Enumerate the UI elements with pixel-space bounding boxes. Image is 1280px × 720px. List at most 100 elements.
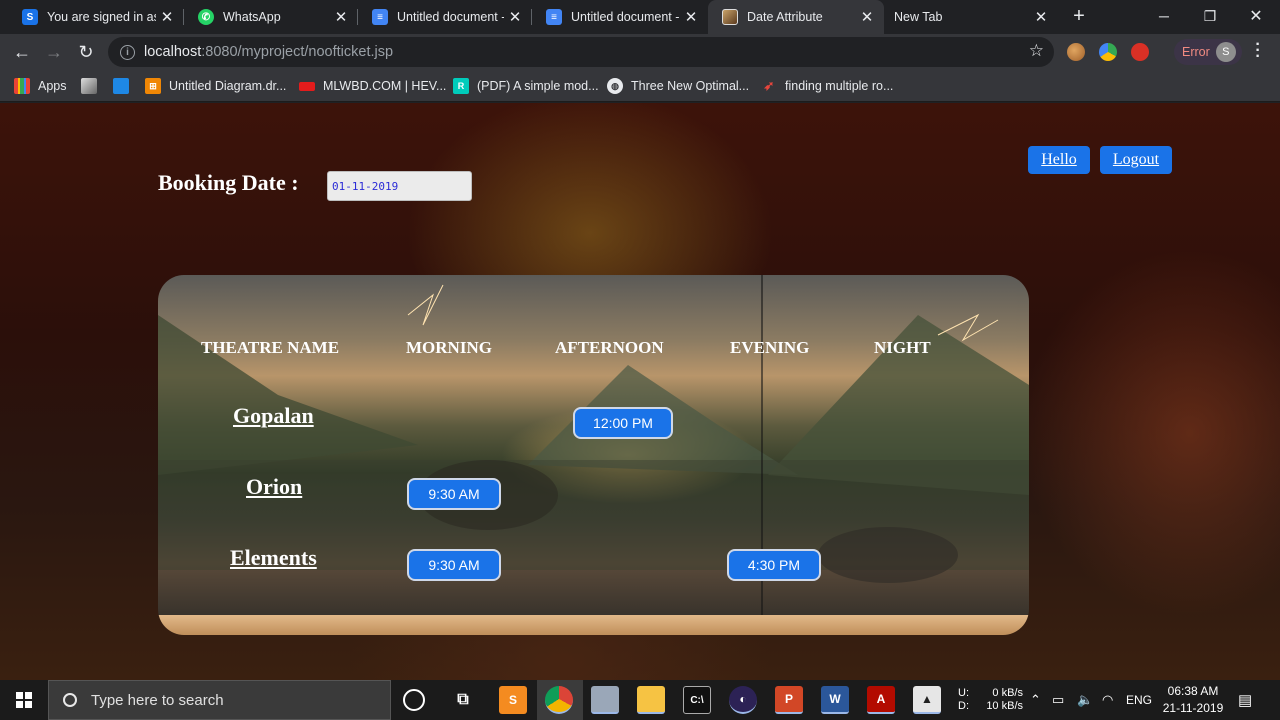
tab-untitled-document-2[interactable]: ≡ Untitled document - ✕ <box>532 0 708 34</box>
bookmark-star-icon[interactable]: ☆ <box>1029 41 1044 61</box>
close-tab-icon[interactable]: ✕ <box>330 8 352 26</box>
avatar: S <box>1215 42 1236 62</box>
tab-title: Date Attribute <box>747 10 823 24</box>
start-button[interactable] <box>0 680 48 720</box>
tab-untitled-document-1[interactable]: ≡ Untitled document - ✕ <box>358 0 532 34</box>
booking-date-input[interactable]: 01-11-2019 <box>327 171 472 201</box>
bookmark-apps[interactable]: Apps <box>14 77 67 95</box>
page-content: Booking Date : 01-11-2019 Hello Logout T… <box>0 103 1280 680</box>
taskbar-search-box[interactable]: Type here to search <box>48 680 391 720</box>
tab-signed-in[interactable]: S You are signed in as ✕ <box>8 0 184 34</box>
clock-date: 21-11-2019 <box>1162 701 1224 715</box>
showtimes-panel: THEATRE NAME MORNING AFTERNOON EVENING N… <box>158 275 1029 635</box>
theatre-link-gopalan[interactable]: Gopalan <box>233 403 314 429</box>
show-hidden-icons[interactable]: ⌃ <box>1030 680 1041 720</box>
sublime-text-icon[interactable]: S <box>499 686 527 714</box>
adblock-extension-icon[interactable] <box>1131 43 1149 61</box>
close-tab-icon[interactable]: ✕ <box>1030 8 1052 26</box>
bookmark-blue[interactable] <box>113 77 137 95</box>
bookmark-researchgate[interactable]: R (PDF) A simple mod... <box>453 77 599 95</box>
photos-icon[interactable]: ▲ <box>913 686 941 714</box>
info-icon[interactable]: i <box>120 44 135 60</box>
theatre-link-orion[interactable]: Orion <box>246 474 302 500</box>
menu-icon[interactable]: · · · <box>1250 37 1266 65</box>
volume-icon[interactable]: 🔈 <box>1077 680 1093 720</box>
powerpoint-icon[interactable]: P <box>775 686 803 714</box>
restore-button[interactable]: ❐ <box>1187 0 1233 32</box>
clock[interactable]: 06:38 AM 21-11-2019 <box>1160 683 1226 717</box>
url-text: localhost:8080/myproject/noofticket.jsp <box>144 44 394 60</box>
tab-title: WhatsApp <box>223 10 281 24</box>
bookmark-drawio[interactable]: ⊞ Untitled Diagram.dr... <box>145 77 286 95</box>
notifications-icon[interactable]: ▤ <box>1238 680 1252 720</box>
close-tab-icon[interactable]: ✕ <box>856 8 878 26</box>
tab-title: You are signed in as <box>47 10 156 24</box>
showtime-button-elements-morning[interactable]: 9:30 AM <box>407 549 501 581</box>
bookmark-finding-multiple[interactable]: ➶ finding multiple ro... <box>761 77 894 95</box>
task-view-icon[interactable]: ⧉ <box>449 686 477 714</box>
showtime-button-orion-morning[interactable]: 9:30 AM <box>407 478 501 510</box>
network-app-icon[interactable] <box>591 686 619 714</box>
apps-grid-icon <box>14 78 30 94</box>
docs-icon: ≡ <box>546 9 562 25</box>
booking-date-label: Booking Date : <box>158 170 299 195</box>
column-header-afternoon: AFTERNOON <box>555 338 664 357</box>
tab-date-attribute[interactable]: Date Attribute ✕ <box>708 0 884 34</box>
search-placeholder: Type here to search <box>91 691 224 709</box>
tab-title: Untitled document - <box>397 10 504 24</box>
cortana-icon[interactable] <box>403 689 425 711</box>
column-header-evening: EVENING <box>730 338 810 357</box>
bookmark-mlwbd[interactable]: MLWBD.COM | HEV... <box>299 77 446 95</box>
tab-title: Untitled document - <box>571 10 680 24</box>
battery-icon[interactable]: ▭ <box>1052 680 1064 720</box>
whatsapp-icon: ✆ <box>198 9 214 25</box>
bookmarks-bar: Apps ⊞ Untitled Diagram.dr... MLWBD.COM … <box>0 70 1280 102</box>
docs-icon: ≡ <box>372 9 388 25</box>
clock-time: 06:38 AM <box>1167 684 1219 698</box>
wifi-icon[interactable]: ◠ <box>1102 680 1113 720</box>
theatre-link-elements[interactable]: Elements <box>230 545 317 571</box>
bird-icon: ➶ <box>763 78 775 93</box>
showtime-button-gopalan-afternoon[interactable]: 12:00 PM <box>573 407 673 439</box>
column-header-night: NIGHT <box>874 338 931 357</box>
close-tab-icon[interactable]: ✕ <box>504 8 526 26</box>
researchgate-icon: R <box>453 78 469 94</box>
address-bar[interactable]: i localhost:8080/myproject/noofticket.js… <box>108 37 1054 67</box>
close-tab-icon[interactable]: ✕ <box>680 8 702 26</box>
logout-button[interactable]: Logout <box>1100 146 1172 174</box>
back-button[interactable]: ← <box>10 40 34 64</box>
s-app-icon: S <box>22 9 38 25</box>
blue-square-icon <box>113 78 129 94</box>
profile-status: Error <box>1182 45 1210 59</box>
windows-logo-icon <box>16 692 32 708</box>
word-icon[interactable]: W <box>821 686 849 714</box>
page-image-icon <box>722 9 738 25</box>
network-speed-values: 0 kB/s 10 kB/s <box>986 687 1023 712</box>
language-indicator[interactable]: ENG <box>1126 680 1152 720</box>
eclipse-icon[interactable]: ◐ <box>729 686 757 714</box>
hello-button[interactable]: Hello <box>1028 146 1090 174</box>
profile-error-button[interactable]: Error S <box>1174 39 1242 65</box>
new-tab-button[interactable]: + <box>1068 5 1090 27</box>
mlwbd-icon <box>299 81 315 91</box>
reload-button[interactable]: ↻ <box>74 40 98 64</box>
column-header-morning: MORNING <box>406 338 492 357</box>
tab-new-tab[interactable]: New Tab ✕ <box>884 0 1058 34</box>
close-window-button[interactable]: ✕ <box>1233 0 1279 32</box>
bookmark-three-new[interactable]: ◍ Three New Optimal... <box>607 77 749 95</box>
acrobat-icon[interactable]: A <box>867 686 895 714</box>
cookie-extension-icon[interactable] <box>1067 43 1085 61</box>
globe-icon: ◍ <box>607 78 623 94</box>
command-prompt-icon[interactable]: C:\ <box>683 686 711 714</box>
minimize-button[interactable]: ─ <box>1141 0 1187 32</box>
file-explorer-icon[interactable] <box>637 686 665 714</box>
forward-button[interactable]: → <box>42 40 66 64</box>
close-tab-icon[interactable]: ✕ <box>156 8 178 26</box>
bookmark-image[interactable] <box>81 77 105 95</box>
network-speed-labels: U: D: <box>958 687 969 712</box>
showtime-button-elements-evening[interactable]: 4:30 PM <box>727 549 821 581</box>
chrome-icon[interactable] <box>545 686 573 714</box>
tab-title: New Tab <box>894 10 943 24</box>
tab-whatsapp[interactable]: ✆ WhatsApp ✕ <box>184 0 358 34</box>
extension-icon[interactable] <box>1099 43 1117 61</box>
